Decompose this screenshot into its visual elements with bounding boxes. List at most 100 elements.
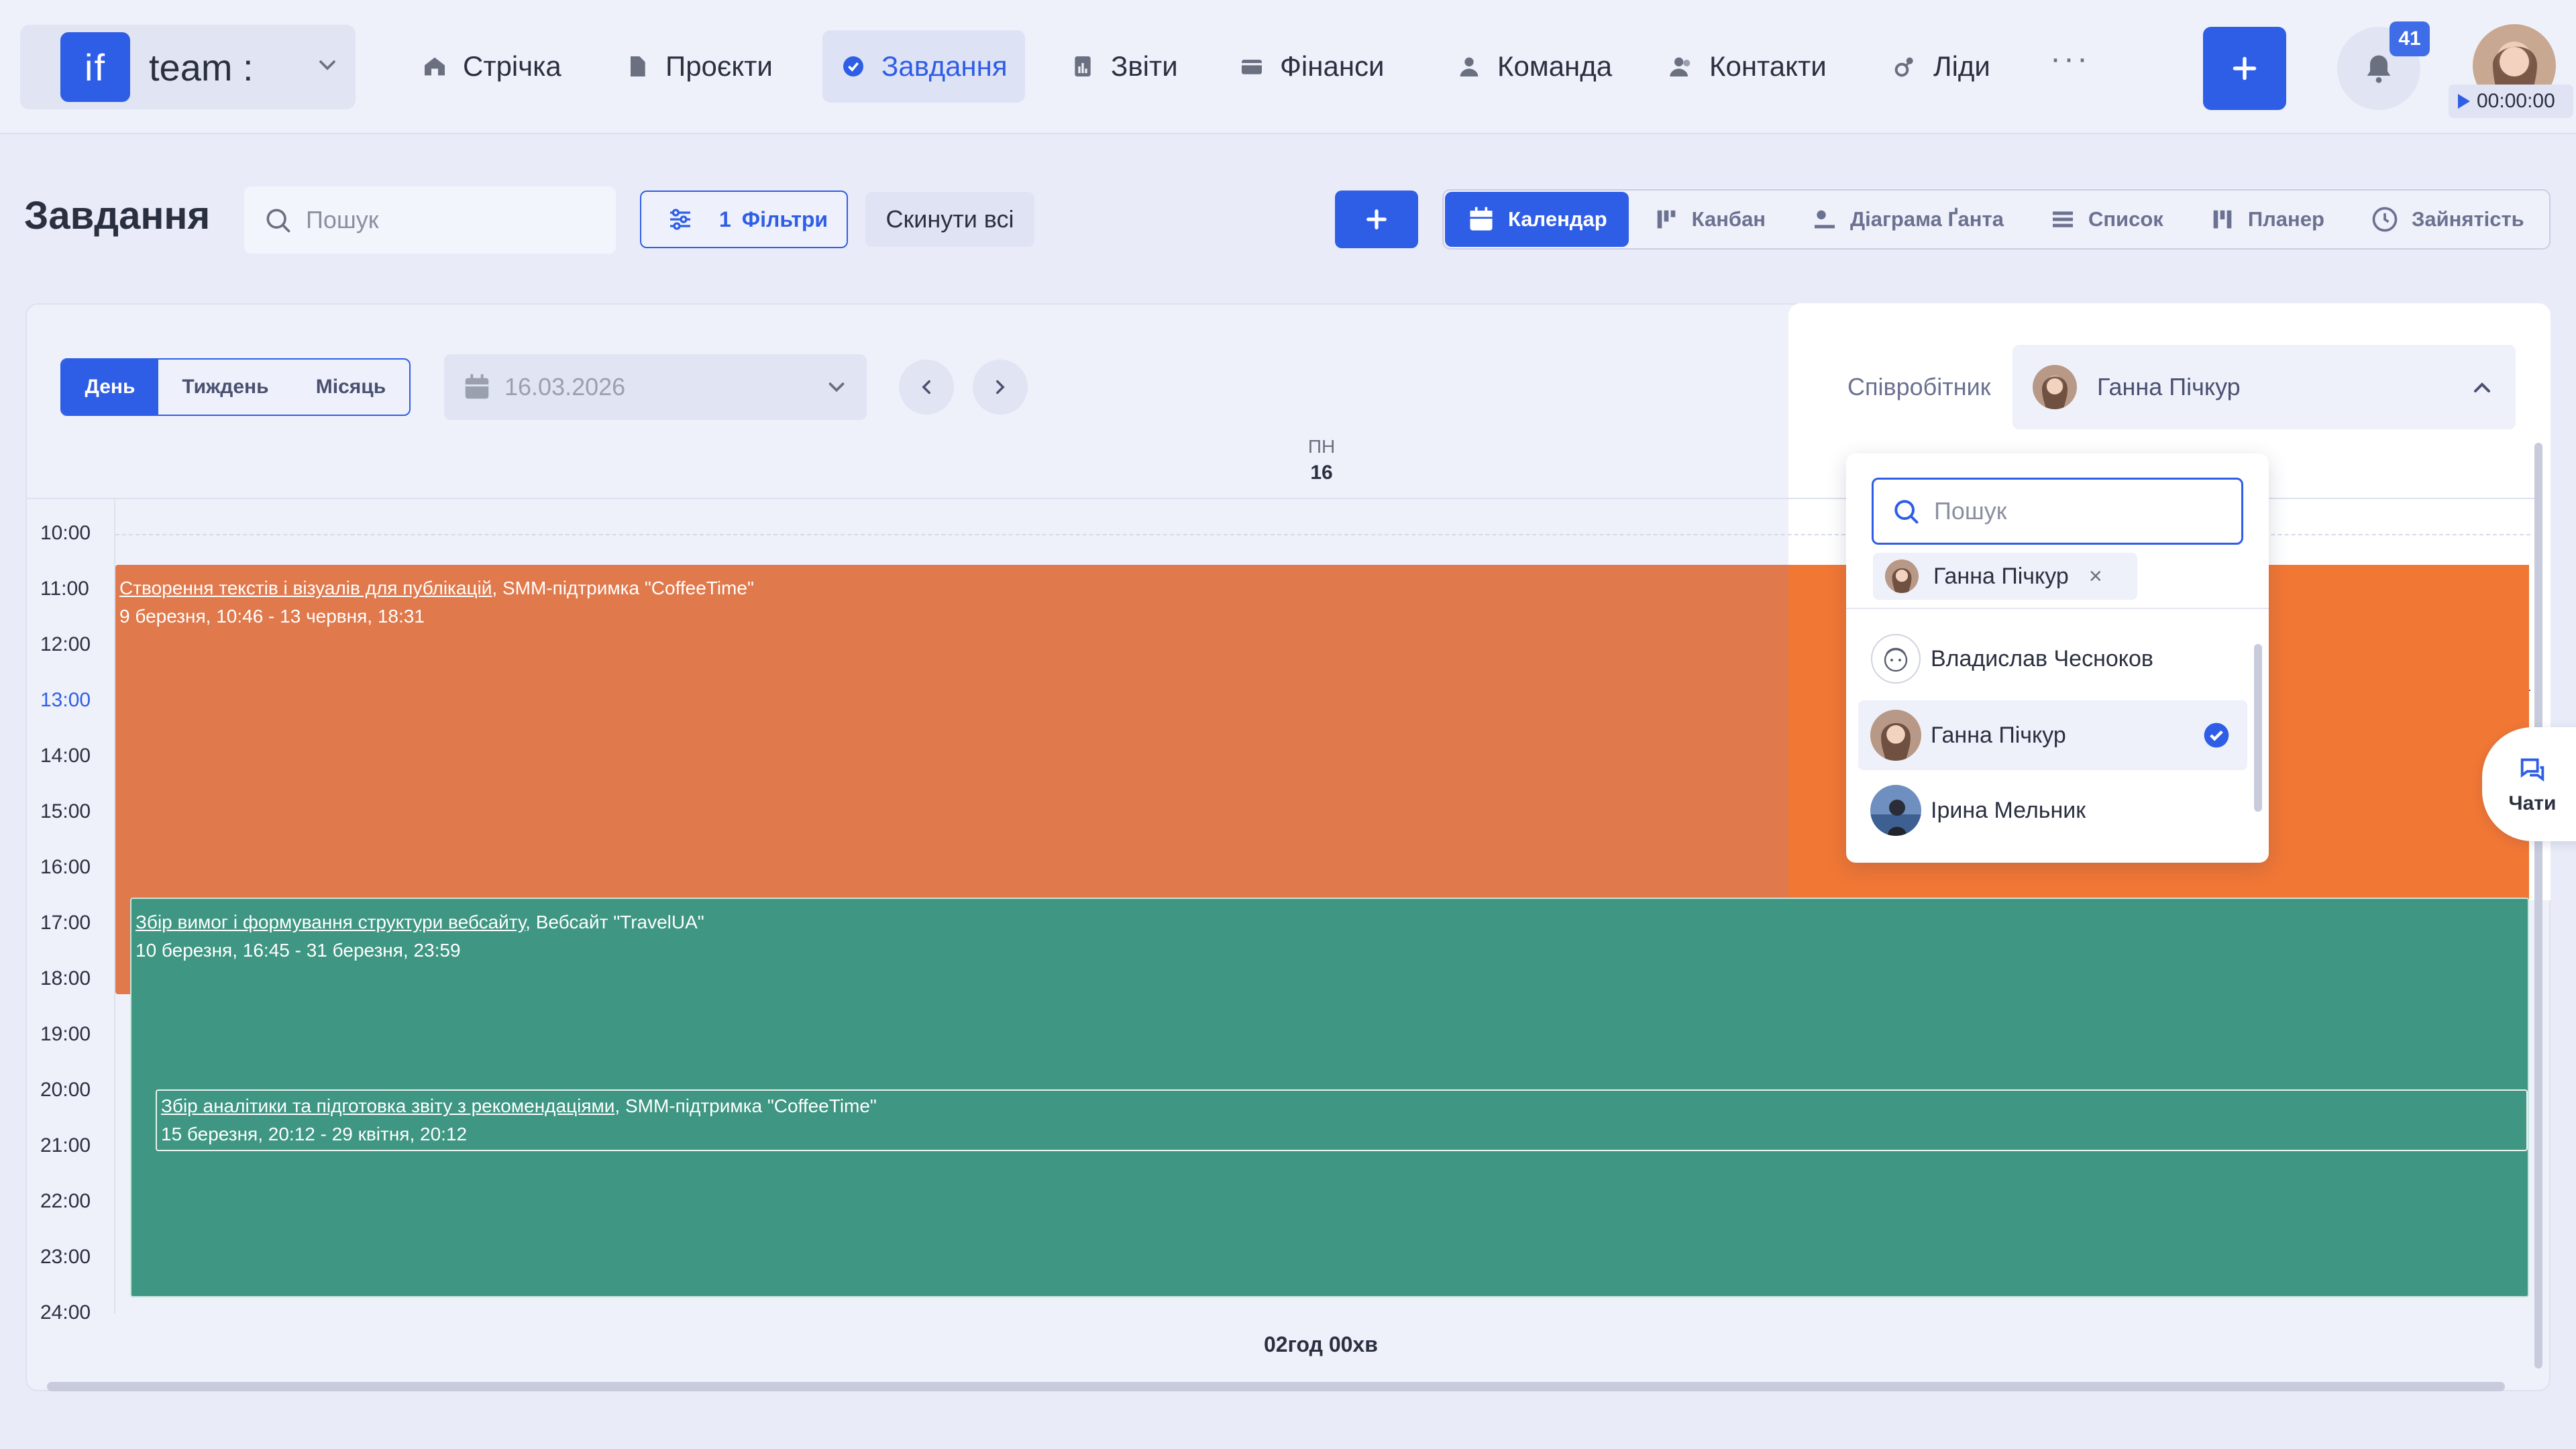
tab-label: Список (2088, 207, 2163, 231)
nav-item-feed[interactable]: Стрічка (404, 30, 579, 103)
nav-item-projects[interactable]: Проєкти (606, 30, 790, 103)
search-input[interactable] (306, 206, 574, 234)
next-day-button[interactable] (973, 360, 1028, 415)
calendar-icon (1466, 205, 1496, 234)
nav-item-label: Проєкти (665, 50, 773, 82)
create-button[interactable] (2203, 27, 2286, 110)
tab-occupancy[interactable]: Зайнятість (2347, 191, 2547, 248)
nav-item-team[interactable]: Команда (1438, 30, 1629, 103)
tab-planner[interactable]: Планер (2186, 191, 2347, 248)
event-range: 10 березня, 16:45 - 31 березня, 23:59 (136, 940, 461, 961)
tab-gantt[interactable]: Діаграма Ґанта (1788, 191, 2027, 248)
range-month[interactable]: Місяць (292, 360, 409, 415)
home-icon (421, 53, 448, 80)
chevron-down-icon (824, 374, 849, 400)
filters-button[interactable]: 1 Фільтри (640, 191, 848, 248)
plus-icon (2228, 52, 2261, 85)
range-tabs: День Тиждень Місяць (60, 358, 411, 416)
horizontal-scrollbar[interactable] (47, 1382, 2505, 1391)
nav-item-label: Звіти (1111, 50, 1178, 82)
event-project: , Вебсайт "TravelUA" (525, 912, 704, 932)
vertical-scrollbar[interactable] (2534, 443, 2542, 1368)
event-project: , SMM-підтримка "CoffeeTime" (614, 1095, 877, 1116)
tab-label: Зайнятість (2411, 207, 2524, 231)
tab-kanban[interactable]: Канбан (1630, 191, 1788, 248)
dropdown-divider (1846, 608, 2269, 609)
event-block[interactable]: Збір аналітики та підготовка звіту з рек… (156, 1089, 2528, 1151)
play-icon (2458, 94, 2470, 109)
list-icon (2049, 206, 2076, 233)
chats-button[interactable]: Чати (2482, 727, 2576, 841)
clock-icon (2370, 205, 2400, 234)
tab-list[interactable]: Список (2027, 191, 2186, 248)
hour-label: 20:00 (40, 1079, 91, 1101)
chat-icon (2517, 753, 2548, 784)
brand-logo: if (60, 32, 130, 102)
event-project: , SMM-підтримка "CoffeeTime" (492, 578, 754, 598)
hour-label: 15:00 (40, 800, 91, 822)
chip-label: Ганна Пічкур (1933, 563, 2069, 589)
nav-item-reports[interactable]: Звіти (1052, 30, 1195, 103)
search-input[interactable] (1934, 497, 2202, 525)
nav-item-tasks[interactable]: Завдання (822, 30, 1025, 103)
kanban-icon (1653, 206, 1680, 233)
range-week[interactable]: Тиждень (158, 360, 292, 415)
close-icon[interactable]: × (2089, 564, 2102, 590)
leads-icon (1892, 53, 1919, 80)
employee-label: Співробітник (1847, 373, 1991, 400)
dropdown-scrollbar[interactable] (2254, 644, 2262, 812)
check-circle-icon (2202, 720, 2231, 750)
time-tracker-button[interactable]: 00:00:00 (2449, 85, 2573, 118)
reset-filters-button[interactable]: Скинути всі (865, 192, 1034, 247)
event-range: 9 березня, 10:46 - 13 червня, 18:31 (119, 606, 425, 627)
hour-label: 17:00 (40, 912, 91, 934)
planner-icon (2209, 206, 2236, 233)
nav-item-label: Команда (1497, 50, 1613, 82)
selected-chip: Ганна Пічкур × (1873, 553, 2137, 600)
event-title: Створення текстів і візуалів для публіка… (119, 578, 492, 598)
event-title: Збір аналітики та підготовка звіту з рек… (161, 1095, 615, 1116)
task-search[interactable] (244, 186, 616, 254)
option-label: Ірина Мельник (1931, 797, 2086, 823)
nav-item-leads[interactable]: Ліди (1874, 30, 2008, 103)
tab-label: Канбан (1691, 207, 1766, 231)
employee-search[interactable] (1872, 478, 2243, 545)
hour-label: 16:00 (40, 856, 91, 878)
employee-option[interactable]: Ганна Пічкур (1858, 700, 2247, 770)
hour-label: 19:00 (40, 1023, 91, 1045)
workspace-switcher[interactable]: if team : (20, 25, 356, 109)
filters-label: Фільтри (741, 207, 828, 231)
tab-calendar[interactable]: Календар (1445, 192, 1629, 247)
date-picker[interactable]: 16.03.2026 (444, 354, 867, 420)
employee-option[interactable]: Ірина Мельник (1858, 775, 2247, 845)
employee-option[interactable]: Владислав Чесноков (1858, 624, 2247, 694)
nav-item-label: Фінанси (1280, 50, 1385, 82)
day-header: ПН 16 (1275, 436, 1368, 484)
search-icon (263, 205, 292, 235)
nav-more-button[interactable]: ··· (2050, 40, 2090, 77)
add-task-button[interactable] (1335, 191, 1418, 248)
prev-day-button[interactable] (899, 360, 954, 415)
nav-item-contacts[interactable]: Контакти (1650, 30, 1844, 103)
date-value: 16.03.2026 (504, 373, 626, 400)
bell-icon (2361, 51, 2396, 86)
avatar (1870, 633, 1921, 684)
chevron-left-icon (915, 376, 938, 398)
event-range: 15 березня, 20:12 - 29 квітня, 20:12 (161, 1124, 468, 1144)
option-label: Владислав Чесноков (1931, 645, 2153, 672)
view-tabs: Календар Канбан Діаграма Ґанта Список Пл… (1442, 189, 2551, 250)
hour-label: 18:00 (40, 967, 91, 989)
tab-label: Діаграма Ґанта (1850, 207, 2004, 231)
contacts-icon (1668, 53, 1695, 80)
hour-label: 10:00 (40, 522, 91, 544)
range-day[interactable]: День (62, 360, 158, 415)
plus-icon (1362, 205, 1391, 233)
total-duration: 02год 00хв (1264, 1332, 1378, 1356)
file-icon (624, 53, 651, 80)
employee-select[interactable]: Ганна Пічкур (2012, 345, 2516, 429)
avatar (1885, 559, 1919, 593)
avatar (1870, 785, 1921, 836)
hour-label: 11:00 (40, 578, 89, 600)
nav-item-finance[interactable]: Фінанси (1221, 30, 1401, 103)
event-title: Збір вимог і формування структури вебсай… (136, 912, 526, 932)
